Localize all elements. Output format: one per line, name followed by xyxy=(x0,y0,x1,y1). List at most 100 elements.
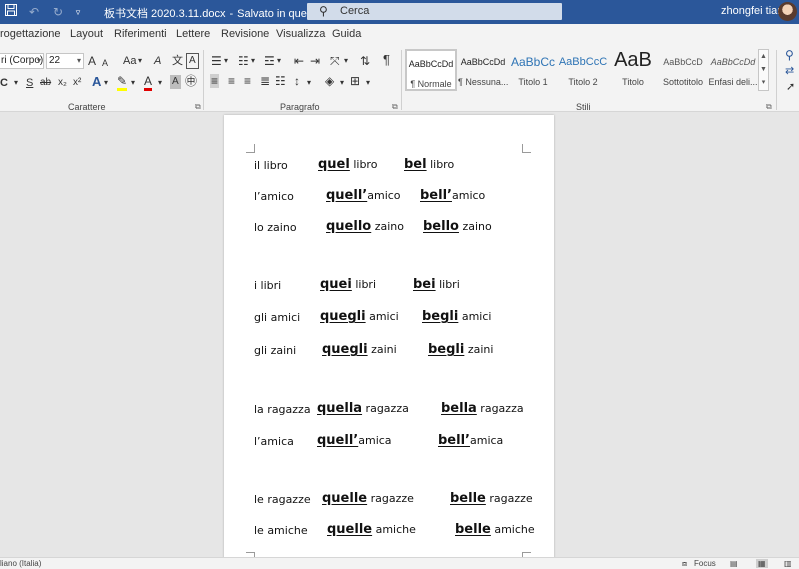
shading-icon[interactable]: ◈ xyxy=(325,74,334,88)
more-styles-icon[interactable]: ▾ xyxy=(759,76,768,89)
article-noun[interactable]: le amiche xyxy=(254,524,308,537)
user-name[interactable]: zhongfei tian xyxy=(721,5,783,17)
tab-riferimenti[interactable]: Riferimenti xyxy=(114,28,167,40)
increase-indent-icon[interactable]: ⇥ xyxy=(310,54,320,68)
styles-dialog-launcher-icon[interactable]: ⧉ xyxy=(766,102,772,112)
bel-form[interactable]: bello zaino xyxy=(423,219,492,234)
font-size-dropdown[interactable]: 22 ▾ xyxy=(46,53,84,69)
styles-gallery-scroll[interactable]: ▲ ▼ ▾ xyxy=(758,49,769,91)
bel-form[interactable]: bei libri xyxy=(413,277,460,292)
grow-font-button[interactable]: A xyxy=(88,54,96,68)
sort-icon[interactable]: ⇅ xyxy=(360,54,370,68)
style-enfasi-delicata[interactable]: AaBbCcDd Enfasi deli... xyxy=(708,49,758,91)
underline-button[interactable]: S xyxy=(26,76,33,90)
chevron-down-icon[interactable]: ▾ xyxy=(158,76,162,90)
undo-icon[interactable]: ↶ xyxy=(26,4,42,20)
chevron-down-icon[interactable]: ▾ xyxy=(307,76,311,90)
article-noun[interactable]: la ragazza xyxy=(254,403,311,416)
borders-icon[interactable]: ⊞ xyxy=(350,74,360,88)
article-noun[interactable]: i libri xyxy=(254,279,281,292)
font-dialog-launcher-icon[interactable]: ⧉ xyxy=(195,102,201,112)
style-sottotitolo[interactable]: AaBbCcD Sottotitolo xyxy=(658,49,708,91)
text-effects-button[interactable]: A xyxy=(92,75,101,89)
style-nessuna-spaziatura[interactable]: AaBbCcDd ¶ Nessuna... xyxy=(458,49,508,91)
highlighter-icon[interactable]: ✎ xyxy=(117,74,128,91)
tab-progettazione[interactable]: rogettazione xyxy=(0,28,61,40)
quel-form[interactable]: quegli amici xyxy=(320,309,399,324)
tab-visualizza[interactable]: Visualizza xyxy=(276,28,325,40)
style-normale[interactable]: AaBbCcDd ¶ Normale xyxy=(405,49,457,91)
style-titolo-2[interactable]: AaBbCcC Titolo 2 xyxy=(558,49,608,91)
bel-form[interactable]: begli amici xyxy=(422,309,491,324)
style-titolo[interactable]: AaB Titolo xyxy=(608,49,658,91)
replace-icon[interactable]: ⇄ xyxy=(785,64,794,78)
quel-form[interactable]: quel libro xyxy=(318,157,377,172)
article-noun[interactable]: gli amici xyxy=(254,311,300,324)
enclose-characters-icon[interactable]: ㊥ xyxy=(185,74,197,88)
article-noun[interactable]: l’amico xyxy=(254,190,294,203)
character-border-button[interactable]: A xyxy=(186,53,199,69)
article-noun[interactable]: il libro xyxy=(254,159,288,172)
focus-icon[interactable]: ⧈ xyxy=(682,559,687,569)
bel-form[interactable]: bella ragazza xyxy=(441,401,524,416)
bel-form[interactable]: bell’amico xyxy=(420,188,485,203)
chevron-down-icon[interactable]: ▼ xyxy=(759,63,768,76)
chevron-down-icon[interactable]: ▾ xyxy=(344,54,348,68)
web-layout-icon[interactable]: ▥ xyxy=(784,559,792,568)
superscript-button[interactable]: x² xyxy=(73,76,81,90)
chevron-down-icon[interactable]: ▾ xyxy=(277,54,281,68)
align-left-icon[interactable]: ≡ xyxy=(210,74,220,88)
find-icon[interactable]: ⚲ xyxy=(785,48,794,62)
tab-guida[interactable]: Guida xyxy=(332,28,361,40)
quel-form[interactable]: quell’amico xyxy=(326,188,401,203)
bel-form[interactable]: belle amiche xyxy=(455,522,535,537)
chevron-down-icon[interactable]: ▾ xyxy=(224,54,228,68)
numbering-icon[interactable]: ☷ xyxy=(238,54,249,68)
avatar[interactable] xyxy=(778,2,797,21)
tab-lettere[interactable]: Lettere xyxy=(176,28,210,40)
quel-form[interactable]: quella ragazza xyxy=(317,401,409,416)
align-right-icon[interactable]: ≡ xyxy=(244,74,251,88)
tab-revisione[interactable]: Revisione xyxy=(221,28,269,40)
bold-button[interactable]: C xyxy=(0,76,8,90)
style-titolo-1[interactable]: AaBbCc Titolo 1 xyxy=(508,49,558,91)
save-icon[interactable] xyxy=(3,4,19,20)
customize-toolbar-icon[interactable]: ▿ xyxy=(70,4,86,20)
distributed-icon[interactable]: ☷ xyxy=(275,74,286,88)
decrease-indent-icon[interactable]: ⇤ xyxy=(294,54,304,68)
bel-form[interactable]: bell’amica xyxy=(438,433,503,448)
article-noun[interactable]: le ragazze xyxy=(254,493,311,506)
quel-form[interactable]: quei libri xyxy=(320,277,376,292)
focus-button[interactable]: Focus xyxy=(694,559,716,568)
chevron-down-icon[interactable]: ▾ xyxy=(340,76,344,90)
quel-form[interactable]: quegli zaini xyxy=(322,342,397,357)
print-layout-icon[interactable]: ▦ xyxy=(756,559,768,568)
chevron-down-icon[interactable]: ▾ xyxy=(138,54,142,68)
chevron-down-icon[interactable]: ▾ xyxy=(131,76,135,90)
document-page[interactable]: il libro quel libro bel libro l’amico qu… xyxy=(224,115,554,557)
article-noun[interactable]: gli zaini xyxy=(254,344,296,357)
article-noun[interactable]: lo zaino xyxy=(254,221,297,234)
asian-layout-icon[interactable]: ⤧ xyxy=(330,54,340,68)
redo-icon[interactable]: ↻ xyxy=(50,4,66,20)
search-box[interactable]: ⚲ Cerca xyxy=(307,3,562,20)
chevron-down-icon[interactable]: ▾ xyxy=(366,76,370,90)
document-canvas[interactable]: il libro quel libro bel libro l’amico qu… xyxy=(0,112,799,557)
font-color-button[interactable]: A xyxy=(144,74,153,91)
select-icon[interactable]: ➚ xyxy=(786,80,795,94)
chevron-up-icon[interactable]: ▲ xyxy=(759,50,768,63)
read-mode-icon[interactable]: ▤ xyxy=(730,559,738,568)
bel-form[interactable]: bel libro xyxy=(404,157,454,172)
strikethrough-button[interactable]: ab xyxy=(40,76,51,90)
phonetic-guide-icon[interactable]: 文 xyxy=(172,54,183,68)
subscript-button[interactable]: x₂ xyxy=(58,76,67,90)
clear-formatting-button[interactable]: A xyxy=(154,54,161,68)
tab-layout[interactable]: Layout xyxy=(70,28,103,40)
bullets-icon[interactable]: ☰ xyxy=(211,54,222,68)
bel-form[interactable]: belle ragazze xyxy=(450,491,533,506)
justify-icon[interactable]: ≣ xyxy=(260,74,270,88)
bel-form[interactable]: begli zaini xyxy=(428,342,493,357)
font-name-dropdown[interactable]: ri (Corpo) ▾ xyxy=(0,53,44,69)
search-input[interactable]: Cerca xyxy=(340,5,369,17)
multilevel-list-icon[interactable]: ☲ xyxy=(264,54,275,68)
